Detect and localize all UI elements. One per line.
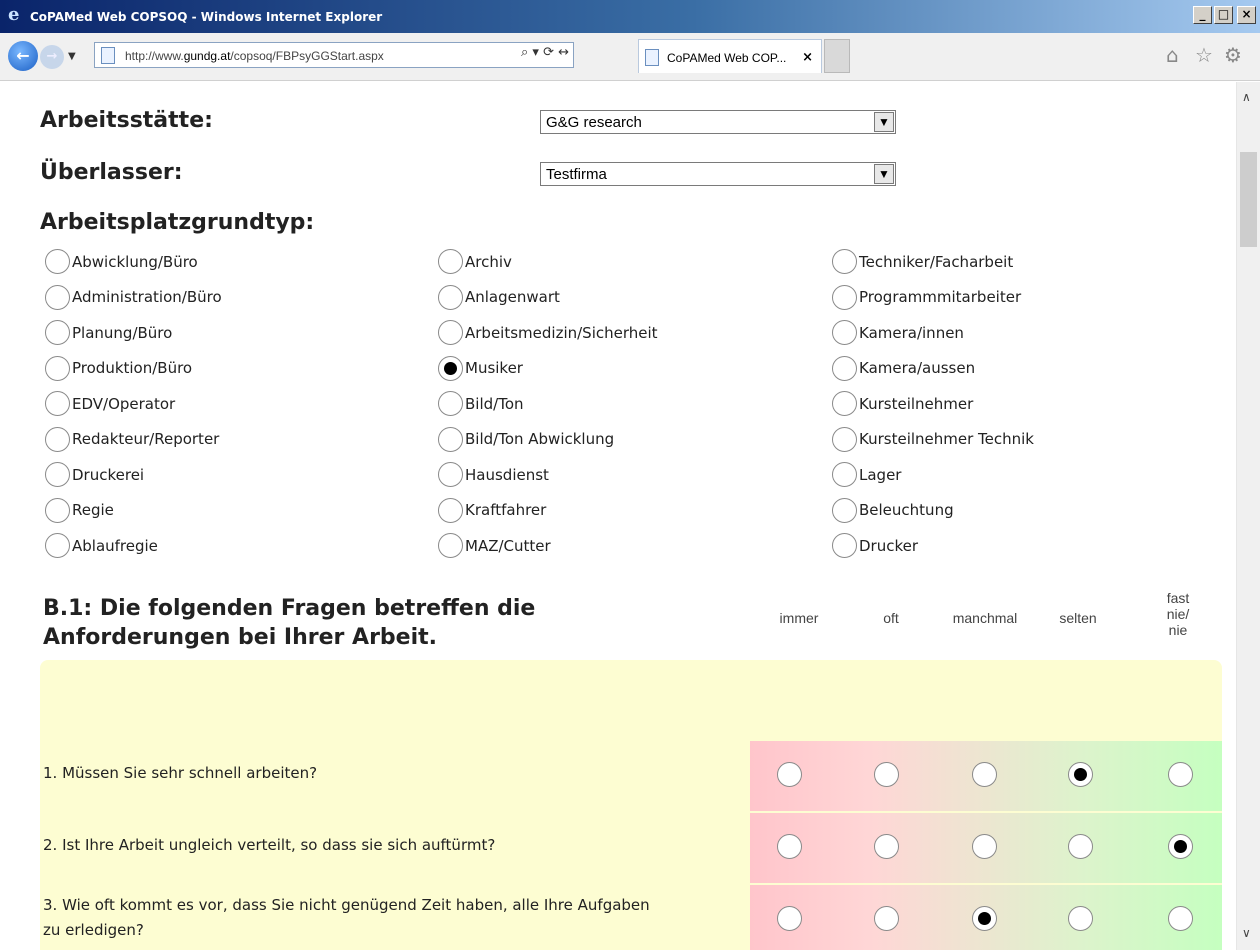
page-icon bbox=[101, 47, 115, 64]
section-title-line2: Anforderungen bei Ihrer Arbeit. bbox=[43, 625, 438, 650]
column-header-line: nie bbox=[1168, 622, 1188, 638]
answer-radio-oft[interactable] bbox=[874, 906, 899, 931]
forward-button[interactable]: → bbox=[40, 45, 64, 69]
answer-radio-oft[interactable] bbox=[874, 762, 899, 787]
window-title: CoPAMed Web COPSOQ - Windows Internet Ex… bbox=[30, 10, 383, 24]
answer-radio-fastnienie[interactable] bbox=[1168, 834, 1193, 859]
column-header: fast nie/nie bbox=[1133, 590, 1223, 638]
gear-icon[interactable]: ⚙ bbox=[1224, 43, 1242, 67]
window-title-bar: e CoPAMed Web COPSOQ - Windows Internet … bbox=[0, 0, 1260, 33]
question-text-line2: zu erledigen? bbox=[43, 921, 144, 939]
answer-scale bbox=[750, 741, 1222, 811]
answer-radio-oft[interactable] bbox=[874, 834, 899, 859]
section-title-line1: B.1: Die folgenden Fragen betreffen die bbox=[43, 596, 536, 621]
answer-radio-selten[interactable] bbox=[1068, 762, 1093, 787]
address-tools[interactable]: ⌕ ▾ ⟳ ↔ bbox=[521, 45, 569, 60]
answer-scale bbox=[750, 813, 1222, 883]
column-header-line: nie/ bbox=[1166, 606, 1190, 622]
answer-radio-manchmal[interactable] bbox=[972, 834, 997, 859]
answer-radio-manchmal[interactable] bbox=[972, 762, 997, 787]
browser-tab[interactable]: CoPAMed Web COP... × bbox=[638, 39, 822, 73]
question-row: 2. Ist Ihre Arbeit ungleich verteilt, so… bbox=[40, 813, 1222, 883]
new-tab-button[interactable] bbox=[824, 39, 850, 73]
vertical-scrollbar[interactable]: ∧ ∨ bbox=[1236, 82, 1260, 950]
minimize-button[interactable]: _ bbox=[1193, 6, 1212, 24]
question-row: 1. Müssen Sie sehr schnell arbeiten? bbox=[40, 741, 1222, 811]
column-header-line: manchmal bbox=[952, 610, 1018, 626]
column-header: immer bbox=[754, 610, 844, 626]
answer-radio-selten[interactable] bbox=[1068, 834, 1093, 859]
close-window-button[interactable]: × bbox=[1237, 6, 1256, 24]
answer-radio-fastnienie[interactable] bbox=[1168, 906, 1193, 931]
tab-title: CoPAMed Web COP... bbox=[667, 51, 787, 65]
question-row: 3. Wie oft kommt es vor, dass Sie nicht … bbox=[40, 885, 1222, 950]
address-url: http://www.gundg.at/copsoq/FBPsyGGStart.… bbox=[125, 49, 384, 63]
column-header-line: oft bbox=[883, 610, 899, 626]
address-url-domain: gundg.at bbox=[183, 49, 231, 63]
browser-toolbar: ← → ▼ http://www.gundg.at/copsoq/FBPsyGG… bbox=[0, 33, 1260, 81]
column-header: manchmal bbox=[940, 610, 1030, 626]
address-bar[interactable]: http://www.gundg.at/copsoq/FBPsyGGStart.… bbox=[94, 42, 574, 68]
scroll-up-icon[interactable]: ∧ bbox=[1242, 90, 1251, 104]
answer-radio-immer[interactable] bbox=[777, 762, 802, 787]
answer-radio-selten[interactable] bbox=[1068, 906, 1093, 931]
maximize-button[interactable]: □ bbox=[1214, 6, 1233, 24]
question-layer: B.1: Die folgenden Fragen betreffen die … bbox=[0, 82, 1236, 950]
history-dropdown-icon[interactable]: ▼ bbox=[68, 51, 76, 62]
column-header-line: selten bbox=[1059, 610, 1097, 626]
question-text: 2. Ist Ihre Arbeit ungleich verteilt, so… bbox=[43, 836, 496, 854]
tab-page-icon bbox=[645, 49, 659, 66]
home-icon[interactable]: ⌂ bbox=[1166, 43, 1179, 67]
answer-radio-manchmal[interactable] bbox=[972, 906, 997, 931]
favorites-star-icon[interactable]: ☆ bbox=[1195, 43, 1213, 67]
question-text: 3. Wie oft kommt es vor, dass Sie nicht … bbox=[43, 893, 650, 943]
scroll-down-icon[interactable]: ∨ bbox=[1242, 926, 1251, 940]
answer-scale bbox=[750, 885, 1222, 950]
section-title: B.1: Die folgenden Fragen betreffen die … bbox=[43, 594, 535, 652]
answer-radio-immer[interactable] bbox=[777, 906, 802, 931]
answer-radio-fastnienie[interactable] bbox=[1168, 762, 1193, 787]
column-header-line: fast bbox=[1166, 590, 1190, 606]
question-text: 1. Müssen Sie sehr schnell arbeiten? bbox=[43, 764, 318, 782]
column-header: oft bbox=[846, 610, 936, 626]
answer-radio-immer[interactable] bbox=[777, 834, 802, 859]
column-header: selten bbox=[1033, 610, 1123, 626]
ie-logo-icon: e bbox=[8, 4, 20, 25]
scrollbar-thumb[interactable] bbox=[1240, 152, 1257, 247]
back-button[interactable]: ← bbox=[8, 41, 38, 71]
column-header-line: immer bbox=[779, 610, 819, 626]
question-text-line1: 3. Wie oft kommt es vor, dass Sie nicht … bbox=[43, 896, 650, 914]
tab-close-icon[interactable]: × bbox=[802, 50, 813, 65]
